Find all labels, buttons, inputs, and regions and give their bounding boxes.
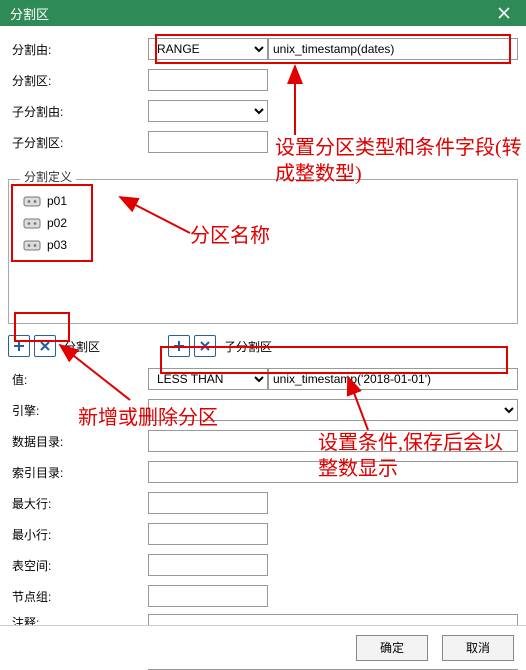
label-index-dir: 索引目录: (8, 464, 148, 481)
label-tablespace: 表空间: (8, 557, 148, 574)
label-min-row: 最小行: (8, 526, 148, 543)
list-item[interactable]: p02 (17, 212, 87, 234)
partition-toolbar: 分割区 子分割区 (8, 332, 518, 360)
label-engine: 引擎: (8, 402, 148, 419)
label-nodegroup: 节点组: (8, 588, 148, 605)
partition-icon (23, 194, 41, 208)
sub-partition-zone-input[interactable] (148, 131, 268, 153)
partition-name: p02 (47, 216, 67, 230)
label-sub-partition-zone: 子分割区: (8, 134, 148, 151)
delete-subpartition-button[interactable] (194, 335, 216, 357)
dialog-button-bar: 确定 取消 (0, 625, 526, 669)
plus-icon (12, 339, 26, 353)
partition-list[interactable]: p01 p02 p03 (8, 179, 518, 324)
titlebar: 分割区 (0, 0, 526, 26)
label-max-row: 最大行: (8, 495, 148, 512)
partition-icon (23, 216, 41, 230)
dialog-content: 分割由: RANGE 分割区: 子分割由: 子分割区: 分割定义 p01p02p… (0, 26, 526, 670)
partition-name: p01 (47, 194, 67, 208)
delete-icon (198, 339, 212, 353)
label-partition-by: 分割由: (8, 41, 148, 58)
engine-select[interactable] (148, 399, 518, 421)
window-title: 分割区 (10, 4, 488, 23)
partition-expression-input[interactable] (268, 38, 518, 60)
partition-type-select[interactable]: RANGE (148, 38, 268, 60)
value-expression-input[interactable] (268, 368, 518, 390)
toolbar-zone-label: 分割区 (64, 338, 100, 355)
tablespace-input[interactable] (148, 554, 268, 576)
value-operator-select[interactable]: LESS THAN (148, 368, 268, 390)
cancel-button[interactable]: 取消 (442, 635, 514, 661)
close-button[interactable] (488, 0, 520, 26)
definition-legend: 分割定义 (20, 170, 76, 184)
partition-name: p03 (47, 238, 67, 252)
partition-icon (23, 238, 41, 252)
list-item[interactable]: p03 (17, 234, 87, 256)
label-partition-zone: 分割区: (8, 72, 148, 89)
label-value: 值: (8, 371, 148, 388)
plus-icon (172, 339, 186, 353)
partition-zone-input[interactable] (148, 69, 268, 91)
close-icon (498, 7, 510, 19)
max-row-input[interactable] (148, 492, 268, 514)
add-subpartition-button[interactable] (168, 335, 190, 357)
toolbar-subzone-label: 子分割区 (224, 338, 272, 355)
min-row-input[interactable] (148, 523, 268, 545)
add-partition-button[interactable] (8, 335, 30, 357)
delete-partition-button[interactable] (34, 335, 56, 357)
data-dir-input[interactable] (148, 430, 518, 452)
sub-partition-type-select[interactable] (148, 100, 268, 122)
index-dir-input[interactable] (148, 461, 518, 483)
list-item[interactable]: p01 (17, 190, 87, 212)
delete-icon (38, 339, 52, 353)
ok-button[interactable]: 确定 (356, 635, 428, 661)
nodegroup-input[interactable] (148, 585, 268, 607)
label-sub-partition-by: 子分割由: (8, 103, 148, 120)
label-data-dir: 数据目录: (8, 433, 148, 450)
